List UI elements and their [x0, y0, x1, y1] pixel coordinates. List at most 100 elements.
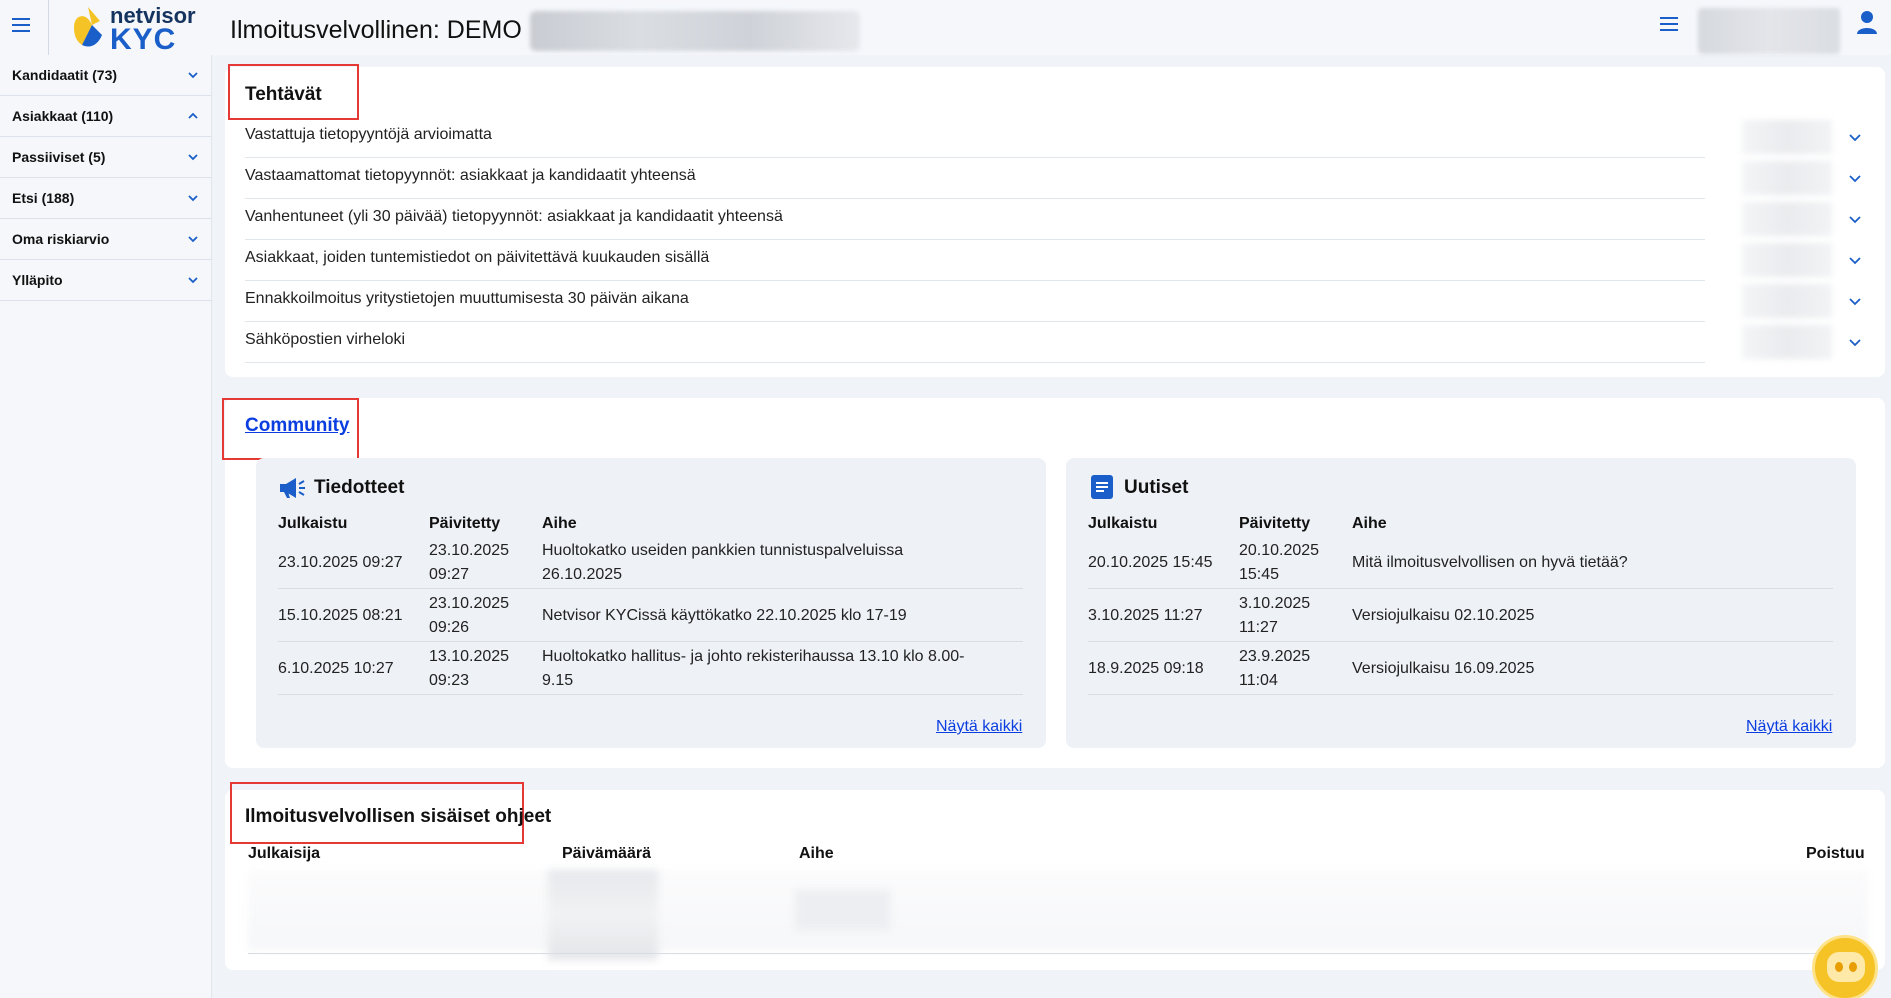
- column-header-updated: Päivitetty: [1239, 515, 1311, 532]
- updated-time: 09:23: [429, 672, 470, 689]
- user-icon[interactable]: [1856, 10, 1878, 36]
- redacted-count: [1742, 120, 1832, 154]
- column-header-subject: Aihe: [1352, 515, 1387, 532]
- published-cell: 3.10.2025 11:27: [1088, 607, 1203, 624]
- chevron-down-icon: [188, 72, 198, 79]
- show-all-announcements-link[interactable]: Näytä kaikki: [936, 718, 1022, 736]
- menu-icon[interactable]: [1660, 15, 1680, 33]
- task-row[interactable]: Vanhentuneet (yli 30 päivää) tietopyynnö…: [245, 199, 1832, 240]
- task-row[interactable]: Vastattuja tietopyyntöjä arvioimatta: [245, 117, 1832, 158]
- assistant-robot-icon[interactable]: [1812, 935, 1878, 998]
- logo-mark-icon: [74, 7, 102, 47]
- updated-cell: 20.10.2025 15:45: [1239, 539, 1319, 587]
- updated-time: 09:27: [429, 566, 470, 583]
- redacted-row: [248, 870, 1868, 950]
- guidelines-title: Ilmoitusvelvollisen sisäiset ohjeet: [245, 806, 552, 827]
- task-label: Ennakkoilmoitus yritystietojen muuttumis…: [245, 290, 689, 307]
- column-header-date: Päivämäärä: [562, 845, 651, 862]
- sidebar-item-kandidaatit[interactable]: Kandidaatit (73): [0, 55, 211, 96]
- chevron-down-icon: [188, 195, 198, 202]
- chevron-down-icon: [188, 236, 198, 243]
- robot-eye: [1849, 962, 1857, 972]
- subject-cell[interactable]: Netvisor KYCissä käyttökatko 22.10.2025 …: [542, 604, 1012, 628]
- updated-time: 09:26: [429, 619, 470, 636]
- announcements-title: Tiedotteet: [314, 477, 405, 498]
- row-divider: [248, 953, 1868, 954]
- community-link[interactable]: Community: [245, 415, 350, 437]
- hamburger-icon[interactable]: [12, 14, 34, 36]
- row-divider: [278, 694, 1023, 695]
- subject-cell[interactable]: Huoltokatko hallitus- ja johto rekisteri…: [542, 645, 1012, 693]
- subject-line: 9.15: [542, 672, 574, 689]
- sidebar-item-passiiviset[interactable]: Passiiviset (5): [0, 137, 211, 178]
- tasks-title: Tehtävät: [245, 84, 322, 105]
- chevron-down-icon[interactable]: [1848, 253, 1862, 267]
- robot-face: [1827, 952, 1865, 982]
- sidebar-item-oma-riskiarvio[interactable]: Oma riskiarvio: [0, 219, 211, 260]
- task-label: Vastaamattomat tietopyynnöt: asiakkaat j…: [245, 167, 696, 184]
- subject-cell[interactable]: Versiojulkaisu 02.10.2025: [1352, 604, 1822, 628]
- published-cell: 18.9.2025 09:18: [1088, 660, 1204, 677]
- updated-cell: 23.9.2025 11:04: [1239, 645, 1310, 693]
- column-header-subject: Aihe: [542, 515, 577, 532]
- netvisor-kyc-logo[interactable]: netvisor KYC: [70, 3, 200, 56]
- task-label: Asiakkaat, joiden tuntemistiedot on päiv…: [245, 249, 710, 266]
- redacted-count: [1742, 284, 1832, 318]
- redacted-user-info: [1698, 8, 1840, 54]
- page-title: Ilmoitusvelvollinen: DEMO: [230, 16, 522, 44]
- announcements-panel: [256, 458, 1046, 748]
- task-row[interactable]: Asiakkaat, joiden tuntemistiedot on päiv…: [245, 240, 1832, 281]
- row-divider: [1088, 694, 1833, 695]
- updated-cell: 3.10.2025 11:27: [1239, 592, 1310, 640]
- updated-cell: 23.10.2025 09:27: [429, 539, 509, 587]
- chevron-down-icon: [188, 277, 198, 284]
- subject-cell[interactable]: Mitä ilmoitusvelvollisen on hyvä tietää?: [1352, 551, 1822, 575]
- published-cell: 6.10.2025 10:27: [278, 660, 394, 677]
- subject-cell[interactable]: Huoltokatko useiden pankkien tunnistuspa…: [542, 539, 1012, 587]
- column-header-published: Julkaistu: [278, 515, 348, 532]
- sidebar-item-label: Passiiviset (5): [12, 149, 106, 165]
- column-header-expires: Poistuu: [1806, 845, 1865, 862]
- megaphone-icon: [280, 478, 305, 498]
- sidebar-item-etsi[interactable]: Etsi (188): [0, 178, 211, 219]
- sidebar-item-asiakkaat[interactable]: Asiakkaat (110): [0, 96, 211, 137]
- updated-cell: 13.10.2025 09:23: [429, 645, 509, 693]
- updated-date: 3.10.2025: [1239, 595, 1311, 612]
- chevron-down-icon[interactable]: [1848, 294, 1862, 308]
- task-row[interactable]: Vastaamattomat tietopyynnöt: asiakkaat j…: [245, 158, 1832, 199]
- redacted-count: [1742, 243, 1832, 277]
- show-all-news-link[interactable]: Näytä kaikki: [1746, 718, 1832, 736]
- subject-line: 26.10.2025: [542, 566, 623, 583]
- sidebar-item-label: Kandidaatit (73): [12, 67, 118, 83]
- chevron-up-icon: [188, 112, 198, 119]
- updated-time: 15:45: [1239, 566, 1280, 583]
- row-divider: [278, 641, 1023, 642]
- column-header-published: Julkaistu: [1088, 515, 1158, 532]
- redacted-company-name: [530, 11, 860, 51]
- chevron-down-icon: [188, 154, 198, 161]
- row-divider: [278, 588, 1023, 589]
- task-label: Vastattuja tietopyyntöjä arvioimatta: [245, 126, 492, 143]
- subject-cell[interactable]: Versiojulkaisu 16.09.2025: [1352, 657, 1822, 681]
- chevron-down-icon[interactable]: [1848, 171, 1862, 185]
- updated-date: 20.10.2025: [1239, 542, 1320, 559]
- published-cell: 15.10.2025 08:21: [278, 607, 403, 624]
- chevron-down-icon[interactable]: [1848, 335, 1862, 349]
- sidebar-item-label: Ylläpito: [12, 272, 63, 288]
- sidebar-item-yllapito[interactable]: Ylläpito: [0, 260, 211, 301]
- updated-date: 23.9.2025: [1239, 648, 1311, 665]
- task-row[interactable]: Sähköpostien virheloki: [245, 322, 1832, 363]
- column-header-publisher: Julkaisija: [248, 845, 321, 862]
- task-row[interactable]: Ennakkoilmoitus yritystietojen muuttumis…: [245, 281, 1832, 322]
- task-label: Vanhentuneet (yli 30 päivää) tietopyynnö…: [245, 208, 783, 225]
- published-cell: 23.10.2025 09:27: [278, 554, 403, 571]
- chevron-down-icon[interactable]: [1848, 212, 1862, 226]
- sidebar: Kandidaatit (73) Asiakkaat (110) Passiiv…: [0, 55, 212, 998]
- document-icon: [1091, 475, 1113, 499]
- updated-time: 11:04: [1239, 672, 1278, 689]
- redacted-subject: [795, 890, 890, 930]
- row-divider: [1088, 588, 1833, 589]
- news-title: Uutiset: [1124, 477, 1189, 498]
- chevron-down-icon[interactable]: [1848, 130, 1862, 144]
- subject-line: Netvisor KYCissä käyttökatko 22.10.2025 …: [542, 607, 907, 624]
